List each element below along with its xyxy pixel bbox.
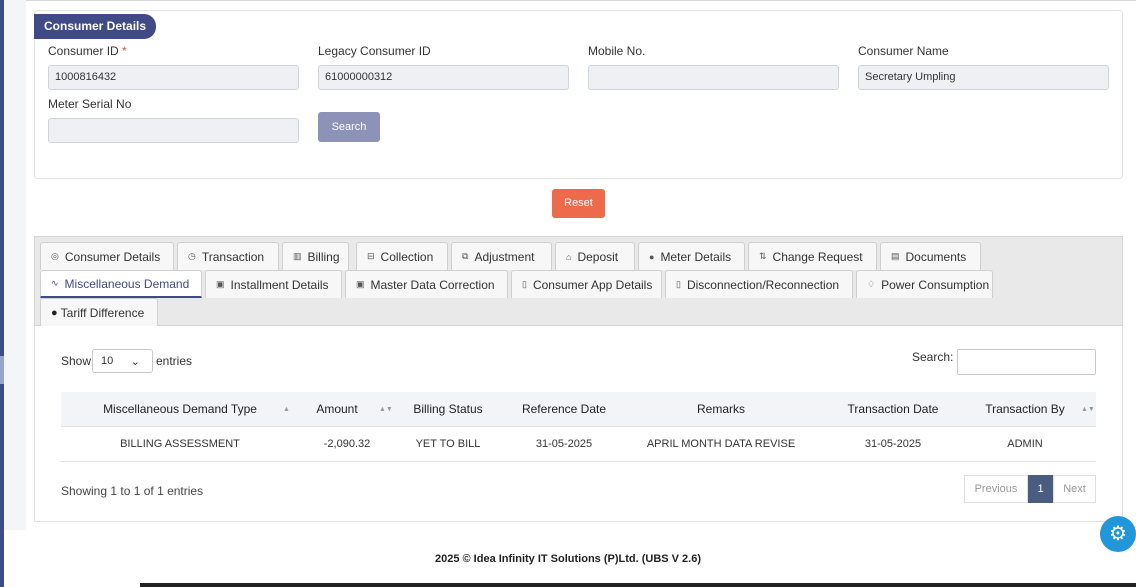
meter-serial-no-input[interactable] <box>48 118 299 143</box>
chart-icon: ▥ <box>293 251 302 261</box>
table-search-input[interactable] <box>957 349 1096 375</box>
consumer-id-label: Consumer ID * <box>48 44 127 58</box>
bulb-icon: ♢ <box>867 279 876 289</box>
list-icon: ⊟ <box>367 251 375 261</box>
consumer-name-label: Consumer Name <box>858 44 949 58</box>
legacy-consumer-id-label: Legacy Consumer ID <box>318 44 431 58</box>
sort-icon[interactable]: ▲▼ <box>379 392 393 427</box>
tab-adjustment[interactable]: ⧉ Adjustment <box>451 242 552 270</box>
mobile-no-label: Mobile No. <box>588 44 646 58</box>
tab-billing[interactable]: ▥ Billing <box>282 242 349 270</box>
consumer-name-input[interactable]: Secretary Umpling <box>858 65 1109 90</box>
reset-button[interactable]: Reset <box>552 189 605 218</box>
table-cell: APRIL MONTH DATA REVISE <box>646 438 796 450</box>
mobile-icon: ▯ <box>676 279 681 289</box>
legacy-consumer-id-input[interactable]: 61000000312 <box>318 65 569 90</box>
column-header[interactable]: Transaction By <box>971 392 1079 427</box>
column-header[interactable]: Remarks <box>627 392 815 427</box>
search-label: Search: <box>912 350 954 364</box>
table-header: Miscellaneous Demand Type ▲ Amount ▲▼ Bi… <box>61 392 1096 427</box>
sort-icon[interactable]: ▲▼ <box>1081 392 1095 427</box>
bank-icon: ⌂ <box>566 251 572 262</box>
previous-page-button[interactable]: Previous <box>964 475 1028 503</box>
table-cell: BILLING ASSESSMENT <box>120 438 240 450</box>
required-mark: * <box>122 44 127 58</box>
tab-installment-details[interactable]: ▣ Installment Details <box>205 270 342 298</box>
tab-disconnection-reconnection[interactable]: ▯ Disconnection/Reconnection <box>665 270 853 298</box>
table-cell: 31-05-2025 <box>864 438 922 450</box>
tab-master-data-correction[interactable]: ▣ Master Data Correction <box>345 270 508 298</box>
tab-documents[interactable]: ▤ Documents <box>880 242 981 270</box>
mobile-icon: ▯ <box>522 279 527 289</box>
circle-icon: ● <box>51 306 58 319</box>
chevron-down-icon: ⌄ <box>130 356 140 368</box>
tab-miscellaneous-demand[interactable]: ∿ Miscellaneous Demand <box>40 270 202 298</box>
show-label: Show <box>61 354 92 368</box>
search-button[interactable]: Search <box>318 112 380 142</box>
tab-consumer-details[interactable]: ◎ Consumer Details <box>40 242 174 270</box>
section-title: Consumer Details <box>34 14 157 39</box>
page-1-button[interactable]: 1 <box>1028 475 1053 503</box>
edit-icon: ⧉ <box>462 251 469 261</box>
gauge-icon: ● <box>649 251 655 262</box>
swap-icon: ⇅ <box>759 251 767 261</box>
tab-consumer-app-details[interactable]: ▯ Consumer App Details <box>511 270 662 298</box>
tab-collection[interactable]: ⊟ Collection <box>356 242 448 270</box>
column-header[interactable]: Amount <box>299 392 375 427</box>
tab-deposit[interactable]: ⌂ Deposit <box>555 242 635 270</box>
tab-change-request[interactable]: ⇅ Change Request <box>748 242 877 270</box>
tab-meter-details[interactable]: ● Meter Details <box>638 242 745 270</box>
next-page-button[interactable]: Next <box>1053 475 1096 503</box>
sort-asc-icon[interactable]: ▲ <box>283 392 290 427</box>
footer-text: 2025 © Idea Infinity IT Solutions (P)Ltd… <box>434 553 702 565</box>
taskbar-strip <box>140 583 1136 587</box>
document-icon: ▤ <box>891 251 900 261</box>
table-info: Showing 1 to 1 of 1 entries <box>61 484 204 498</box>
clock-icon: ◷ <box>188 251 196 261</box>
calculator-icon: ▣ <box>216 279 225 289</box>
settings-gear-icon[interactable]: ⚙ <box>1100 516 1136 552</box>
table-cell: 31-05-2025 <box>535 438 593 450</box>
table-row: BILLING ASSESSMENT -2,090.32 YET TO BILL… <box>61 427 1096 462</box>
tab-tariff-difference[interactable]: ● Tariff Difference <box>40 298 158 326</box>
eye-icon: ◎ <box>51 251 59 261</box>
table-cell: YET TO BILL <box>415 438 481 450</box>
tab-power-consumption[interactable]: ♢ Power Consumption <box>856 270 993 298</box>
calculator-icon: ▣ <box>356 279 365 289</box>
table-cell: ADMIN <box>1007 438 1043 450</box>
table-cell: -2,090.32 <box>323 438 371 450</box>
meter-serial-no-label: Meter Serial No <box>48 97 132 111</box>
column-header[interactable]: Reference Date <box>501 392 627 427</box>
tab-transaction[interactable]: ◷ Transaction <box>177 242 279 270</box>
column-header[interactable]: Billing Status <box>397 392 499 427</box>
entries-label: entries <box>156 354 193 368</box>
mobile-no-input[interactable] <box>588 65 839 90</box>
consumer-id-input[interactable]: 1000816432 <box>48 65 299 90</box>
column-header[interactable]: Miscellaneous Demand Type <box>61 392 299 427</box>
pulse-icon: ∿ <box>51 278 59 288</box>
entries-select[interactable]: 10 ⌄ <box>92 349 153 373</box>
column-header[interactable]: Transaction Date <box>815 392 971 427</box>
consumer-details-card <box>34 10 1123 179</box>
